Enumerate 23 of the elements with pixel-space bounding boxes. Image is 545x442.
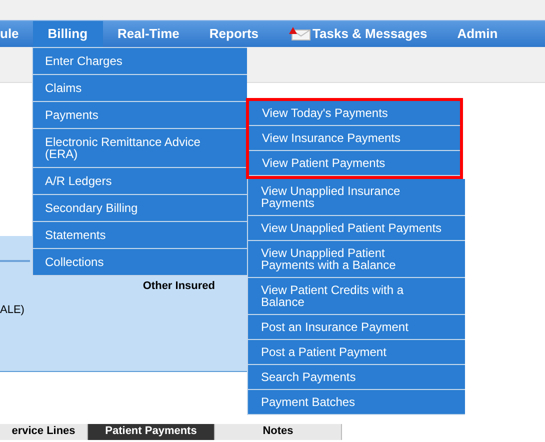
- nav-tab[interactable]: Billing: [32, 21, 103, 47]
- submenu-item[interactable]: View Unapplied Insurance Payments: [248, 179, 465, 216]
- envelope-alert-icon: [288, 27, 311, 41]
- submenu-item[interactable]: Post a Patient Payment: [248, 340, 465, 365]
- submenu-item[interactable]: Post an Insurance Payment: [248, 315, 465, 340]
- submenu-item[interactable]: View Unapplied Patient Payments: [248, 216, 465, 241]
- submenu-item[interactable]: Payment Batches: [248, 390, 465, 415]
- submenu-item[interactable]: Search Payments: [248, 365, 465, 390]
- bottom-tab[interactable]: Patient Payments: [88, 424, 215, 440]
- submenu-item[interactable]: View Today's Payments: [249, 101, 460, 126]
- bottom-tab[interactable]: ervice Lines: [0, 424, 88, 440]
- other-insured-label: Other Insured: [142, 279, 215, 294]
- submenu-item[interactable]: View Patient Credits with a Balance: [248, 278, 465, 315]
- submenu-item[interactable]: View Patient Payments: [249, 151, 460, 176]
- submenu-item[interactable]: View Insurance Payments: [249, 126, 460, 151]
- nav-tab[interactable]: Admin: [442, 21, 513, 47]
- panel-text: ALE): [0, 304, 24, 316]
- nav-tab[interactable]: Real-Time: [102, 21, 194, 47]
- nav-tab[interactable]: ule: [0, 21, 33, 47]
- nav-tab[interactable]: Reports: [194, 21, 274, 47]
- submenu-item[interactable]: View Unapplied Patient Payments with a Balance: [248, 241, 465, 278]
- bottom-tab[interactable]: Notes: [215, 424, 342, 440]
- nav-tab[interactable]: Tasks & Messages: [274, 21, 442, 47]
